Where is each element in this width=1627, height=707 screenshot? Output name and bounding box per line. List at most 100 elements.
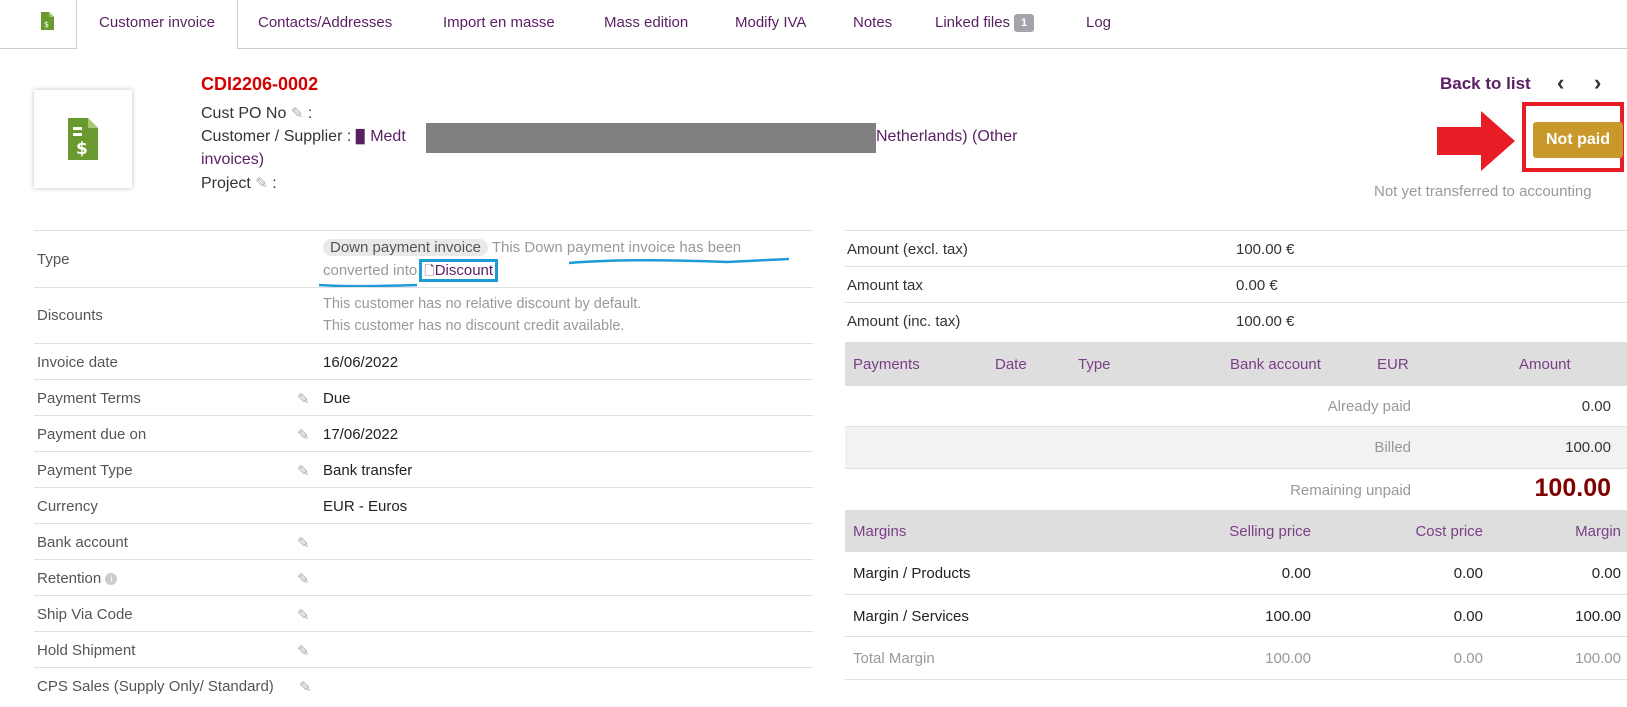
pencil-icon[interactable]: ✎ <box>291 105 304 122</box>
svg-text:$: $ <box>76 139 88 159</box>
field-label: CPS Sales (Supply Only/ Standard) <box>37 678 274 695</box>
margin-selling: 0.00 <box>1281 565 1311 582</box>
payments-col-eur: EUR <box>1377 356 1409 373</box>
field-row-payment-type: Payment Type ✎ Bank transfer <box>34 451 813 488</box>
linked-files-count-badge: 1 <box>1014 14 1035 32</box>
field-label: Discounts <box>37 307 103 324</box>
field-label: Payment Terms <box>37 390 141 407</box>
field-label: Payment due on <box>37 426 147 443</box>
amount-label: Amount tax <box>847 277 923 294</box>
payments-col-amount: Amount <box>1519 356 1571 373</box>
tab-linked-files[interactable]: Linked files 1 <box>935 0 1035 48</box>
discount-note-1: This customer has no relative discount b… <box>323 296 642 312</box>
field-row-ship-via: Ship Via Code ✎ <box>34 595 813 632</box>
customer-link[interactable]: Medt <box>370 128 406 145</box>
field-label: Retention i <box>37 570 118 587</box>
pencil-icon[interactable]: ✎ <box>297 570 310 588</box>
type-tag: Down payment invoice <box>323 239 488 256</box>
margin-row-services: Margin / Services 100.00 0.00 100.00 <box>845 594 1627 637</box>
field-value: EUR - Euros <box>323 498 408 515</box>
margin-label: Total Margin <box>853 650 935 667</box>
invoice-ref: CDI2206-0002 <box>201 74 319 94</box>
pencil-icon[interactable]: ✎ <box>297 606 310 624</box>
pencil-icon[interactable]: ✎ <box>297 462 310 480</box>
payments-col-date: Date <box>995 356 1027 373</box>
customer-link-suffix-2[interactable]: invoices) <box>201 151 264 169</box>
pencil-icon[interactable]: ✎ <box>297 390 310 408</box>
already-paid-value: 0.00 <box>1581 398 1611 415</box>
field-label: Ship Via Code <box>37 606 133 623</box>
customer-line: Customer / Supplier : ▉ Medt <box>201 128 406 146</box>
tab-log[interactable]: Log <box>1086 0 1111 48</box>
tab-bar: $ Customer invoice Contacts/Addresses Im… <box>0 0 1627 49</box>
amount-label: Amount (inc. tax) <box>847 313 961 330</box>
pencil-icon[interactable]: ✎ <box>297 642 310 660</box>
building-icon: ▉ <box>355 129 366 144</box>
next-arrow-icon[interactable]: › <box>1594 70 1601 96</box>
field-label: Hold Shipment <box>37 642 136 659</box>
field-row-invoice-date: Invoice date 16/06/2022 <box>34 343 813 380</box>
accounting-status: Not yet transferred to accounting <box>1374 183 1592 200</box>
remaining-value: 100.00 <box>1534 474 1611 502</box>
pencil-icon[interactable]: ✎ <box>297 426 310 444</box>
amount-row-inc: Amount (inc. tax) 100.00 € <box>845 302 1627 339</box>
field-label: Bank account <box>37 534 128 551</box>
tab-modify-iva[interactable]: Modify IVA <box>735 0 806 48</box>
remaining-label: Remaining unpaid <box>1290 482 1411 499</box>
discount-note-2: This customer has no discount credit ava… <box>323 318 625 334</box>
customer-link-suffix[interactable]: Netherlands) (Other <box>876 128 1017 146</box>
cust-po-label: Cust PO No <box>201 105 287 122</box>
field-row-hold-shipment: Hold Shipment ✎ <box>34 631 813 668</box>
tab-import-en-masse[interactable]: Import en masse <box>443 0 555 48</box>
field-value: 16/06/2022 <box>323 354 399 371</box>
project-label: Project <box>201 175 251 192</box>
margin-value: 100.00 <box>1575 608 1621 625</box>
field-value: Bank transfer <box>323 462 413 479</box>
pencil-icon[interactable]: ✎ <box>255 175 268 192</box>
margin-cost: 0.00 <box>1453 608 1483 625</box>
tab-mass-edition[interactable]: Mass edition <box>604 0 688 48</box>
field-label: Payment Type <box>37 462 133 479</box>
margin-cost: 0.00 <box>1453 650 1483 667</box>
pencil-icon[interactable]: ✎ <box>299 678 312 696</box>
customer-label: Customer / Supplier : <box>201 128 352 145</box>
payments-col-title: Payments <box>853 356 920 373</box>
margins-col-selling: Selling price <box>1229 523 1311 540</box>
amount-value: 100.00 € <box>1236 241 1295 258</box>
margin-selling: 100.00 <box>1265 608 1311 625</box>
billed-value: 100.00 <box>1565 439 1611 456</box>
invoice-icon[interactable]: $ <box>40 0 60 48</box>
margins-col-title: Margins <box>853 523 907 540</box>
already-paid-label: Already paid <box>1327 398 1411 415</box>
project-line: Project ✎ : <box>201 175 277 192</box>
type-value: Down payment invoice This Down payment i… <box>323 239 741 256</box>
pencil-icon[interactable]: ✎ <box>297 534 310 552</box>
invoice-logo: $ <box>34 90 132 188</box>
previous-arrow-icon[interactable]: ‹ <box>1557 70 1564 96</box>
amount-value: 100.00 € <box>1236 313 1295 330</box>
margin-selling: 100.00 <box>1265 650 1311 667</box>
billed-label: Billed <box>1374 439 1411 456</box>
margin-label: Margin / Services <box>853 608 969 625</box>
type-note: This Down payment invoice has been <box>491 239 742 256</box>
underline-annotation <box>568 257 789 265</box>
margin-row-total: Total Margin 100.00 0.00 100.00 <box>845 636 1627 680</box>
info-icon[interactable]: i <box>105 573 118 585</box>
field-label: Invoice date <box>37 354 118 371</box>
payments-already-paid: Already paid 0.00 <box>845 386 1627 426</box>
tab-contacts-addresses[interactable]: Contacts/Addresses <box>258 0 392 48</box>
margin-value: 0.00 <box>1591 565 1621 582</box>
payments-col-type: Type <box>1078 356 1111 373</box>
field-row-payment-terms: Payment Terms ✎ Due <box>34 379 813 416</box>
tab-customer-invoice[interactable]: Customer invoice <box>76 0 238 49</box>
amount-row-excl: Amount (excl. tax) 100.00 € <box>845 230 1627 267</box>
tab-notes[interactable]: Notes <box>853 0 892 48</box>
back-to-list-link[interactable]: Back to list <box>1440 74 1531 94</box>
field-row-cps-sales: CPS Sales (Supply Only/ Standard) ✎ <box>34 667 813 704</box>
payments-col-bank: Bank account <box>1230 356 1321 373</box>
field-value: Due <box>323 390 351 407</box>
field-row-discounts: Discounts This customer has no relative … <box>34 287 813 344</box>
margins-col-cost: Cost price <box>1415 523 1483 540</box>
svg-text:$: $ <box>44 20 49 29</box>
redacted-region <box>426 123 876 153</box>
